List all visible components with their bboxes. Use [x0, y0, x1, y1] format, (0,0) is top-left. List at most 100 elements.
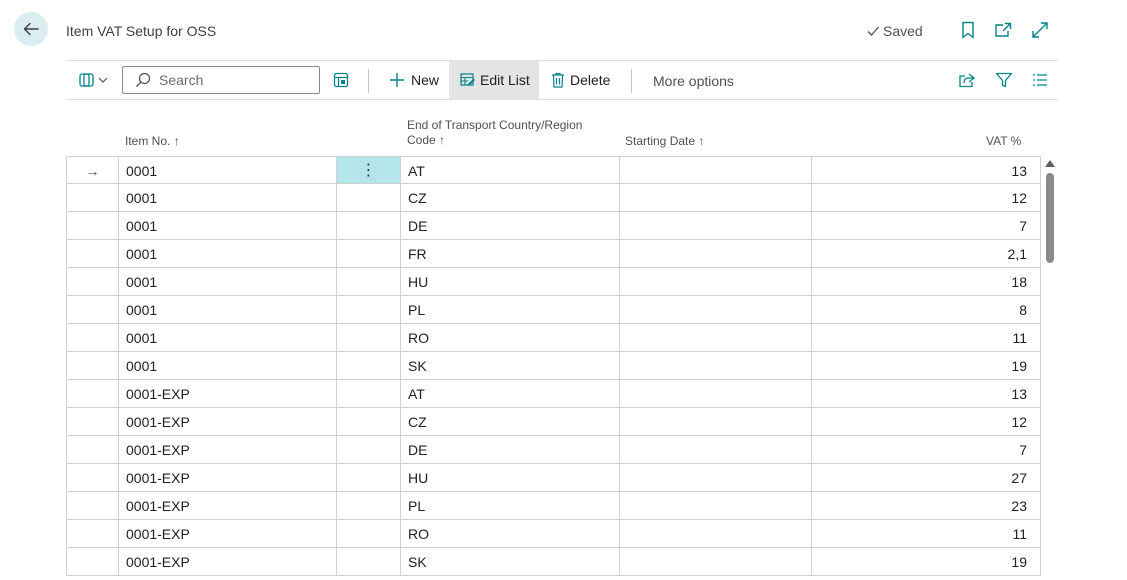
country-code-cell[interactable]: AT	[400, 156, 619, 184]
starting-date-cell[interactable]	[619, 240, 811, 268]
item-no-cell[interactable]: 0001	[118, 296, 336, 324]
row-selector[interactable]	[66, 324, 118, 352]
row-menu-cell[interactable]	[336, 380, 400, 408]
country-code-cell[interactable]: DE	[400, 212, 619, 240]
table-row[interactable]: 0001 FR 2,1	[66, 240, 1041, 268]
expand-button[interactable]	[1031, 21, 1049, 39]
country-code-cell[interactable]: PL	[400, 492, 619, 520]
row-menu-cell[interactable]	[336, 520, 400, 548]
item-no-cell[interactable]: 0001	[118, 324, 336, 352]
vat-percent-cell[interactable]: 12	[811, 408, 1041, 436]
row-menu-cell[interactable]	[336, 464, 400, 492]
country-code-cell[interactable]: PL	[400, 296, 619, 324]
row-menu-cell[interactable]	[336, 296, 400, 324]
delete-button[interactable]: Delete	[551, 72, 610, 88]
row-selector[interactable]	[66, 352, 118, 380]
vat-percent-cell[interactable]: 8	[811, 296, 1041, 324]
table-row[interactable]: 0001-EXP HU 27	[66, 464, 1041, 492]
vat-percent-cell[interactable]: 7	[811, 436, 1041, 464]
starting-date-cell[interactable]	[619, 352, 811, 380]
country-code-cell[interactable]: RO	[400, 520, 619, 548]
table-row[interactable]: 0001 SK 19	[66, 352, 1041, 380]
views-dropdown[interactable]	[78, 71, 108, 89]
row-selector[interactable]	[66, 212, 118, 240]
starting-date-cell[interactable]	[619, 296, 811, 324]
row-menu-icon[interactable]: ⋮	[336, 156, 400, 184]
row-selector[interactable]	[66, 492, 118, 520]
starting-date-cell[interactable]	[619, 520, 811, 548]
item-no-cell[interactable]: 0001	[118, 240, 336, 268]
table-row[interactable]: 0001 HU 18	[66, 268, 1041, 296]
new-button[interactable]: New	[389, 72, 439, 88]
vat-percent-cell[interactable]: 13	[811, 156, 1041, 184]
vat-percent-cell[interactable]: 12	[811, 184, 1041, 212]
vat-percent-cell[interactable]: 11	[811, 520, 1041, 548]
row-menu-cell[interactable]	[336, 240, 400, 268]
item-no-cell[interactable]: 0001	[118, 268, 336, 296]
row-menu-cell[interactable]	[336, 184, 400, 212]
item-no-cell[interactable]: 0001	[118, 156, 336, 184]
starting-date-cell[interactable]	[619, 156, 811, 184]
table-row[interactable]: 0001 PL 8	[66, 296, 1041, 324]
country-code-cell[interactable]: HU	[400, 464, 619, 492]
country-code-cell[interactable]: SK	[400, 352, 619, 380]
column-header-country-code[interactable]: End of Transport Country/Region Code ↑	[407, 118, 582, 148]
table-row[interactable]: 0001 RO 11	[66, 324, 1041, 352]
table-row[interactable]: 0001 DE 7	[66, 212, 1041, 240]
row-selector[interactable]	[66, 296, 118, 324]
column-header-vat[interactable]: VAT %	[986, 134, 1021, 149]
starting-date-cell[interactable]	[619, 212, 811, 240]
show-as-tiles-button[interactable]	[333, 72, 349, 88]
country-code-cell[interactable]: HU	[400, 268, 619, 296]
item-no-cell[interactable]: 0001-EXP	[118, 408, 336, 436]
search-input[interactable]	[157, 71, 311, 89]
starting-date-cell[interactable]	[619, 548, 811, 576]
filter-button[interactable]	[995, 72, 1013, 88]
vat-percent-cell[interactable]: 2,1	[811, 240, 1041, 268]
edit-list-button[interactable]: Edit List	[460, 72, 530, 88]
row-menu-cell[interactable]	[336, 548, 400, 576]
row-menu-cell[interactable]	[336, 212, 400, 240]
starting-date-cell[interactable]	[619, 380, 811, 408]
country-code-cell[interactable]: CZ	[400, 184, 619, 212]
vat-percent-cell[interactable]: 23	[811, 492, 1041, 520]
row-selector[interactable]	[66, 184, 118, 212]
row-menu-cell[interactable]	[336, 408, 400, 436]
table-row[interactable]: 0001-EXP CZ 12	[66, 408, 1041, 436]
item-no-cell[interactable]: 0001-EXP	[118, 492, 336, 520]
current-row-arrow-icon[interactable]: →	[66, 156, 118, 184]
vat-percent-cell[interactable]: 11	[811, 324, 1041, 352]
table-row[interactable]: → 0001 ⋮ AT 13	[66, 156, 1041, 184]
item-no-cell[interactable]: 0001-EXP	[118, 436, 336, 464]
starting-date-cell[interactable]	[619, 464, 811, 492]
list-view-button[interactable]	[1032, 73, 1048, 87]
item-no-cell[interactable]: 0001-EXP	[118, 464, 336, 492]
share-button[interactable]	[958, 72, 976, 88]
country-code-cell[interactable]: FR	[400, 240, 619, 268]
vat-percent-cell[interactable]: 19	[811, 548, 1041, 576]
item-no-cell[interactable]: 0001	[118, 352, 336, 380]
bookmark-button[interactable]	[959, 21, 977, 39]
row-selector[interactable]	[66, 380, 118, 408]
scroll-up-icon[interactable]	[1045, 160, 1055, 167]
item-no-cell[interactable]: 0001	[118, 212, 336, 240]
country-code-cell[interactable]: DE	[400, 436, 619, 464]
table-row[interactable]: 0001 CZ 12	[66, 184, 1041, 212]
vat-percent-cell[interactable]: 18	[811, 268, 1041, 296]
row-menu-cell[interactable]	[336, 492, 400, 520]
row-menu-cell[interactable]	[336, 324, 400, 352]
starting-date-cell[interactable]	[619, 184, 811, 212]
more-options-button[interactable]: More options	[653, 73, 734, 89]
scrollbar-thumb[interactable]	[1046, 173, 1054, 263]
table-row[interactable]: 0001-EXP PL 23	[66, 492, 1041, 520]
starting-date-cell[interactable]	[619, 268, 811, 296]
vat-percent-cell[interactable]: 19	[811, 352, 1041, 380]
search-box[interactable]	[122, 66, 320, 94]
column-header-starting-date[interactable]: Starting Date ↑	[625, 134, 704, 149]
table-row[interactable]: 0001-EXP AT 13	[66, 380, 1041, 408]
row-menu-cell[interactable]	[336, 436, 400, 464]
starting-date-cell[interactable]	[619, 436, 811, 464]
open-new-window-button[interactable]	[994, 21, 1012, 39]
item-no-cell[interactable]: 0001-EXP	[118, 380, 336, 408]
item-no-cell[interactable]: 0001-EXP	[118, 548, 336, 576]
